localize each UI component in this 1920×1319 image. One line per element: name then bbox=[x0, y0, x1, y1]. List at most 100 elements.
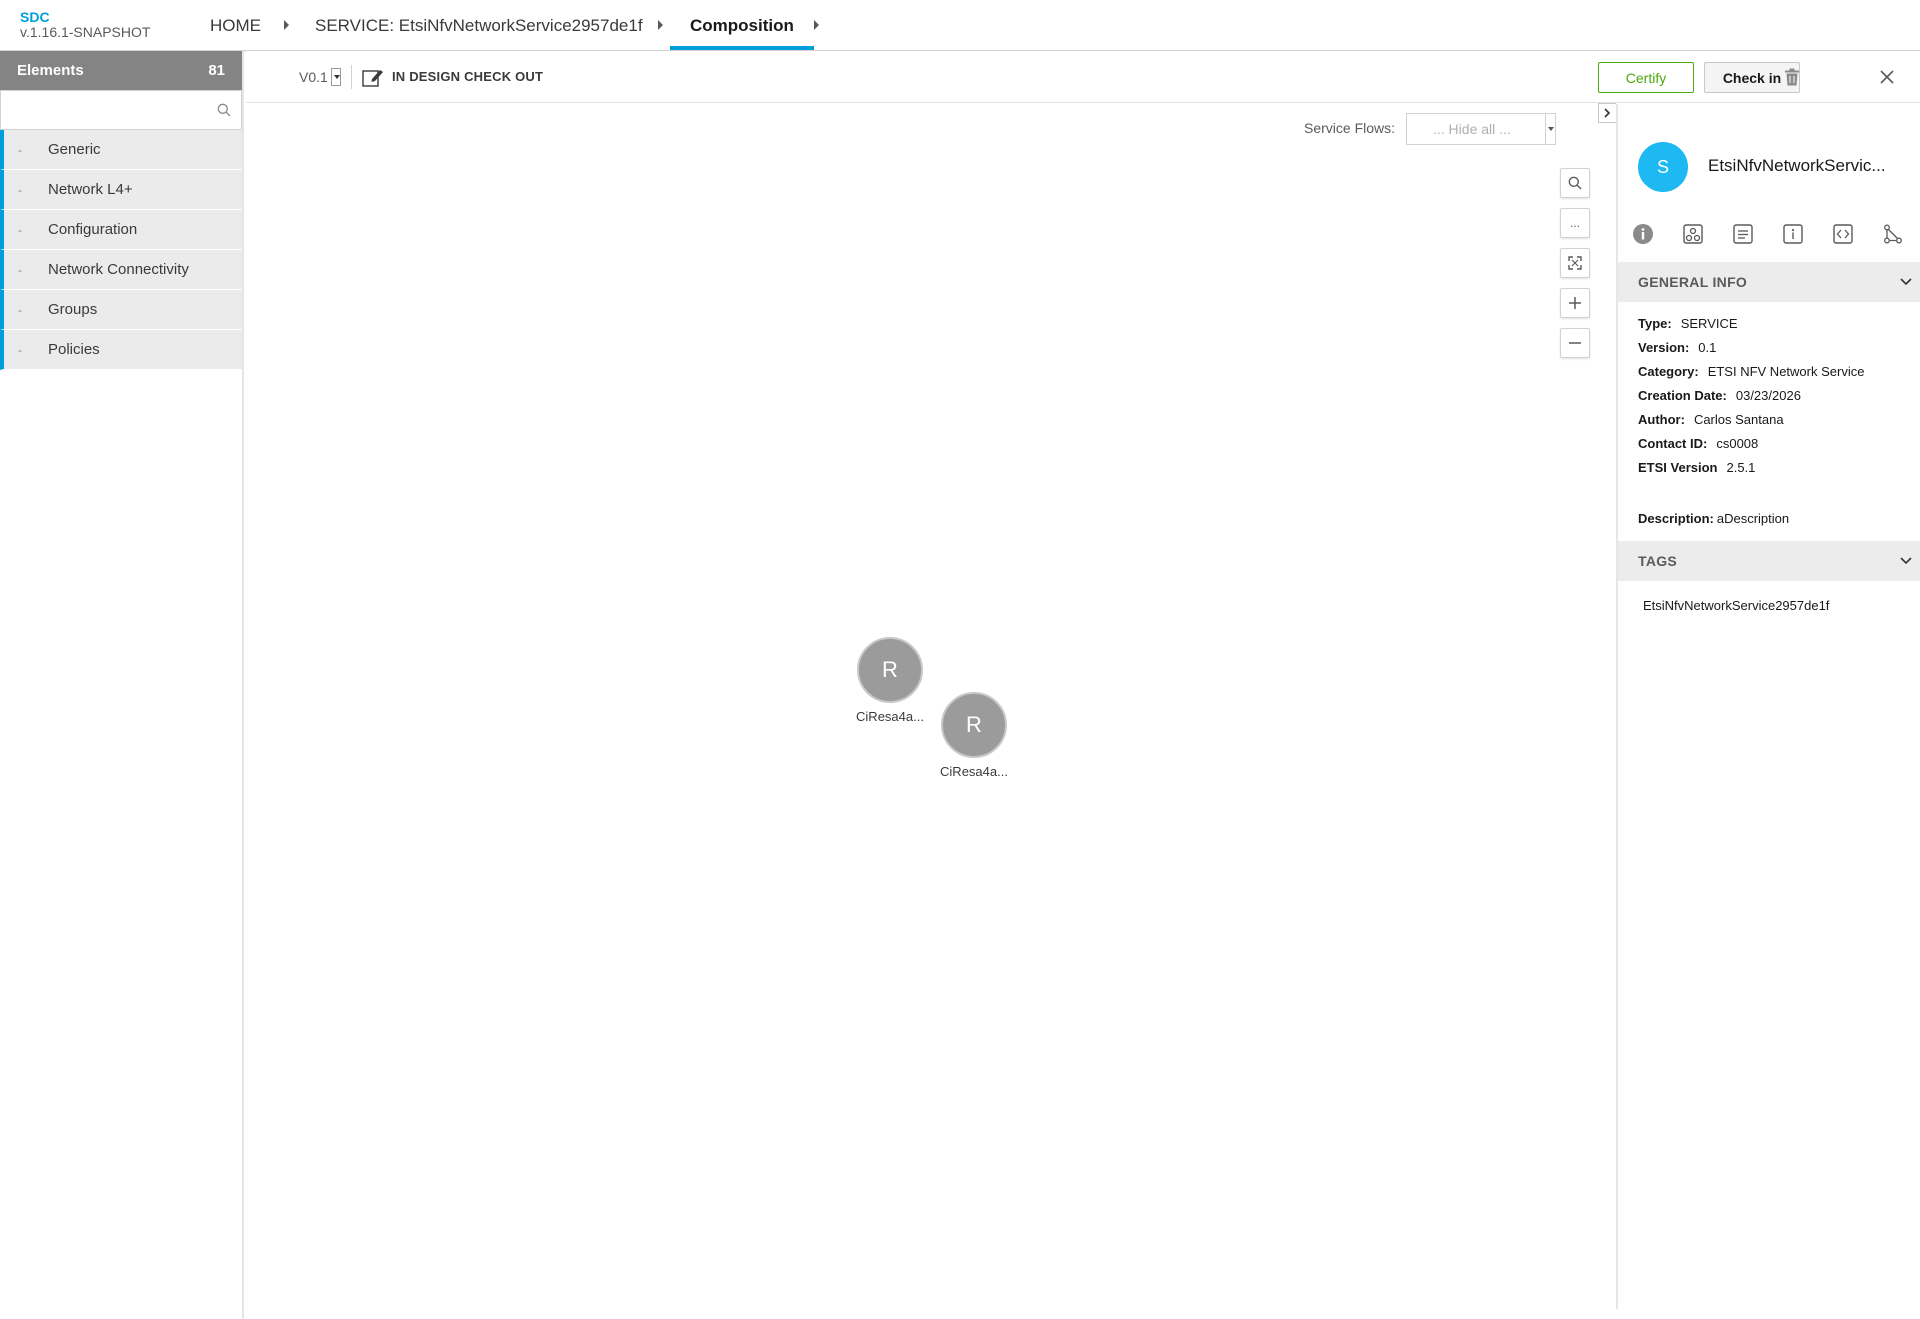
palette-group-label: Network Connectivity bbox=[48, 261, 189, 278]
tab-deployment[interactable] bbox=[1668, 218, 1718, 250]
chevron-down-icon[interactable] bbox=[1545, 114, 1555, 144]
chevron-down-icon[interactable] bbox=[1900, 556, 1912, 566]
component-node[interactable]: R CiResa4a... bbox=[919, 692, 1029, 779]
palette-count: 81 bbox=[208, 62, 225, 79]
tab-attributes[interactable] bbox=[1768, 218, 1818, 250]
breadcrumb-home[interactable]: HOME bbox=[210, 0, 261, 50]
details-tabs bbox=[1618, 218, 1920, 250]
zoom-search-icon bbox=[1568, 176, 1582, 190]
info-value: 0.1 bbox=[1698, 340, 1717, 355]
certify-button[interactable]: Certify bbox=[1598, 62, 1694, 93]
palette-title: Elements bbox=[17, 62, 84, 79]
properties-tab-icon bbox=[1733, 224, 1753, 244]
version-dropdown-icon[interactable] bbox=[331, 68, 341, 86]
info-row-category: Category: ETSI NFV Network Service bbox=[1638, 360, 1918, 384]
info-value: 03/23/2026 bbox=[1735, 388, 1801, 403]
breadcrumb-arrow-icon[interactable] bbox=[814, 20, 819, 30]
collapse-dash-icon: - bbox=[18, 302, 22, 317]
chevron-down-icon[interactable] bbox=[1900, 277, 1912, 287]
lifecycle-status: IN DESIGN CHECK OUT bbox=[392, 69, 544, 84]
breadcrumb-arrow-icon[interactable] bbox=[658, 20, 663, 30]
info-key: Type: bbox=[1638, 316, 1672, 331]
palette-search-input[interactable] bbox=[1, 91, 241, 129]
general-info-title: GENERAL INFO bbox=[1638, 274, 1748, 290]
breadcrumb-composition[interactable]: Composition bbox=[670, 0, 814, 50]
info-row-contact-id: Contact ID: cs0008 bbox=[1638, 432, 1918, 456]
info-value: 2.5.1 bbox=[1726, 460, 1756, 475]
info-row-type: Type: SERVICE bbox=[1638, 312, 1918, 336]
tag-item: EtsiNfvNetworkService2957de1f bbox=[1643, 598, 1830, 613]
palette-group-groups[interactable]: - Groups bbox=[0, 290, 242, 330]
breadcrumb-service[interactable]: SERVICE: EtsiNfvNetworkService2957de1f bbox=[315, 0, 643, 50]
attributes-tab-icon bbox=[1783, 224, 1803, 244]
version-selector-label[interactable]: V0.1 bbox=[299, 69, 328, 85]
tab-service-paths[interactable] bbox=[1868, 218, 1918, 250]
info-row-version: Version: 0.1 bbox=[1638, 336, 1918, 360]
collapse-panel-button[interactable] bbox=[1598, 103, 1616, 123]
info-key: ETSI Version bbox=[1638, 460, 1718, 475]
app-logo[interactable]: SDC v.1.16.1-SNAPSHOT bbox=[20, 10, 150, 40]
close-icon[interactable] bbox=[1880, 70, 1894, 84]
workspace-header: V0.1 IN DESIGN CHECK OUT Certify Check i… bbox=[246, 51, 1920, 103]
deployment-tab-icon bbox=[1683, 224, 1703, 244]
fit-icon bbox=[1568, 256, 1582, 270]
app-name: SDC bbox=[20, 9, 50, 25]
api-tab-icon bbox=[1833, 224, 1853, 244]
palette-group-generic[interactable]: - Generic bbox=[0, 130, 242, 170]
palette-group-configuration[interactable]: - Configuration bbox=[0, 210, 242, 250]
service-flows-label: Service Flows: bbox=[1304, 120, 1396, 136]
collapse-icon bbox=[1604, 108, 1611, 118]
tab-properties[interactable] bbox=[1718, 218, 1768, 250]
composition-canvas[interactable]: Service Flows: ... Hide all ... ... R Ci… bbox=[246, 104, 1616, 1309]
zoom-search-button[interactable] bbox=[1560, 168, 1590, 198]
palette-header: Elements 81 bbox=[0, 51, 242, 90]
palette-group-label: Configuration bbox=[48, 221, 138, 238]
node-label: CiResa4a... bbox=[940, 764, 1008, 779]
trash-icon[interactable] bbox=[1784, 68, 1800, 86]
palette-group-label: Generic bbox=[48, 141, 101, 158]
collapse-dash-icon: - bbox=[18, 182, 22, 197]
collapse-dash-icon: - bbox=[18, 262, 22, 277]
info-value: Carlos Santana bbox=[1693, 412, 1784, 427]
palette-group-label: Groups bbox=[48, 301, 98, 318]
paths-tab-icon bbox=[1884, 224, 1902, 244]
tags-header[interactable]: TAGS bbox=[1618, 541, 1920, 581]
details-panel: S EtsiNfvNetworkServic... GENERAL INFO T… bbox=[1616, 104, 1920, 1309]
palette-group-network-l4[interactable]: - Network L4+ bbox=[0, 170, 242, 210]
info-row-description: Description: aDescription bbox=[1638, 507, 1918, 531]
zoom-in-icon bbox=[1569, 297, 1581, 309]
general-info-header[interactable]: GENERAL INFO bbox=[1618, 262, 1920, 302]
collapse-dash-icon: - bbox=[18, 222, 22, 237]
info-value: ETSI NFV Network Service bbox=[1707, 364, 1865, 379]
collapse-dash-icon: - bbox=[18, 142, 22, 157]
more-button[interactable]: ... bbox=[1560, 208, 1590, 238]
component-avatar: S bbox=[1638, 142, 1688, 192]
info-key: Author: bbox=[1638, 412, 1685, 427]
info-row-creation-date: Creation Date: 03/23/2026 bbox=[1638, 384, 1918, 408]
tags-title: TAGS bbox=[1638, 553, 1678, 569]
info-tab-icon bbox=[1633, 224, 1653, 244]
palette-group-policies[interactable]: - Policies bbox=[0, 330, 242, 370]
edit-checkout-icon bbox=[362, 70, 383, 87]
node-icon[interactable]: R bbox=[857, 637, 923, 703]
zoom-out-button[interactable] bbox=[1560, 328, 1590, 358]
info-value: SERVICE bbox=[1680, 316, 1738, 331]
divider bbox=[351, 65, 352, 89]
service-flows-select[interactable]: ... Hide all ... bbox=[1406, 113, 1556, 145]
info-key: Creation Date: bbox=[1638, 388, 1727, 403]
info-value: cs0008 bbox=[1716, 436, 1759, 451]
palette-search bbox=[0, 90, 242, 130]
tab-general-info[interactable] bbox=[1618, 218, 1668, 250]
elements-palette: Elements 81 - Generic - Network L4+ - Co… bbox=[0, 51, 244, 1319]
node-icon[interactable]: R bbox=[941, 692, 1007, 758]
fit-to-screen-button[interactable] bbox=[1560, 248, 1590, 278]
info-key: Description: bbox=[1638, 511, 1714, 526]
search-icon[interactable] bbox=[217, 103, 231, 117]
tab-api[interactable] bbox=[1818, 218, 1868, 250]
info-key: Category: bbox=[1638, 364, 1699, 379]
info-key: Version: bbox=[1638, 340, 1690, 355]
info-row-etsi-version: ETSI Version 2.5.1 bbox=[1638, 456, 1918, 480]
zoom-in-button[interactable] bbox=[1560, 288, 1590, 318]
palette-group-label: Network L4+ bbox=[48, 181, 133, 198]
palette-group-network-connectivity[interactable]: - Network Connectivity bbox=[0, 250, 242, 290]
